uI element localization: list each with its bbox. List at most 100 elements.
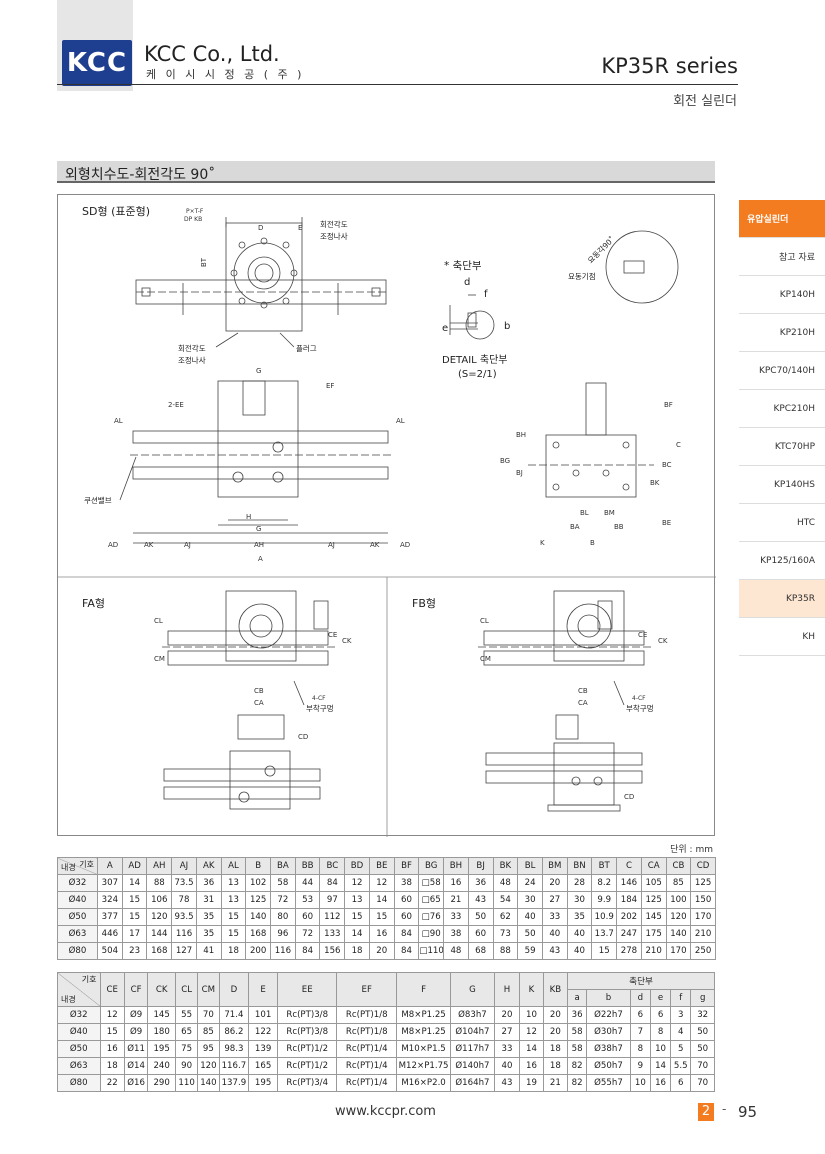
table-cell: Ø50h7: [586, 1057, 631, 1075]
table-cell: 120: [197, 1057, 220, 1075]
table-cell: 6: [649, 1006, 672, 1024]
table-cell: 70: [690, 1074, 715, 1092]
detail-label-1: DETAIL 축단부: [442, 354, 508, 366]
swing-ref-label: 요동기점: [568, 271, 596, 281]
table-cell: 140: [665, 925, 692, 943]
table-2-column-header: D: [218, 972, 250, 1007]
detail-label-2: (S=2/1): [458, 369, 497, 380]
table-cell: 18: [344, 942, 370, 960]
sidebar-item[interactable]: KH: [739, 618, 825, 656]
table-cell: 70: [690, 1057, 715, 1075]
table-cell: 144: [146, 925, 173, 943]
table-row: Ø50 377 15 120 93.5 35 15 140 80 60 112 15 15 60 □76 33…: [57, 908, 716, 926]
table-cell: 15: [368, 908, 395, 926]
sidebar-item[interactable]: 유압실린더: [739, 200, 825, 238]
table-cell: 13.7: [591, 925, 618, 943]
table-cell: 6: [629, 1006, 651, 1024]
table-cell: 139: [248, 1040, 278, 1058]
table-cell: 35: [195, 908, 222, 926]
sidebar-item[interactable]: KPC70/140H: [739, 352, 825, 390]
table-cell: 140: [197, 1074, 220, 1092]
table-cell: 73.5: [171, 874, 197, 892]
fa-dim-ce: CE: [328, 631, 337, 639]
table-cell: Ø38h7: [586, 1040, 631, 1058]
table-cell: M16×P2.0: [395, 1074, 452, 1092]
fb-label: FB형: [412, 597, 436, 610]
table-cell: 75: [174, 1040, 199, 1058]
table-cell: 120: [146, 908, 173, 926]
sidebar-item[interactable]: KP35R: [739, 580, 825, 618]
dim-b: B: [590, 539, 595, 547]
page-number: 95: [738, 1103, 758, 1121]
table-cell: Ø164h7: [450, 1074, 495, 1092]
table-2-column-header: CK: [147, 972, 176, 1007]
table-cell: 70: [197, 1006, 220, 1024]
fa-dim-ca: CA: [254, 699, 264, 707]
table-cell: 120: [665, 908, 692, 926]
series-subtitle: 회전 실린더: [673, 94, 737, 109]
footer-url[interactable]: www.kccpr.com: [335, 1104, 436, 1119]
table-1-corner: 기호 내경: [57, 857, 98, 875]
table-cell: 20: [542, 1023, 569, 1041]
table-cell: 48: [443, 942, 469, 960]
table-cell: 14: [649, 1057, 672, 1075]
fa-dim-4cf: 4-CF: [312, 695, 326, 702]
table-cell: 10: [519, 1006, 544, 1024]
table-cell: 110: [174, 1074, 199, 1092]
table-cell: 8.2: [591, 874, 618, 892]
table-cell: 21: [443, 891, 469, 909]
table-cell: 43: [467, 891, 494, 909]
table-cell: 33: [493, 1040, 521, 1058]
table-row: Ø40 15 Ø9 180 65 85 86.2 122 Rc(PT)3/8 Rc(PT)1/8 M…: [57, 1023, 715, 1041]
table-cell: 18: [220, 942, 247, 960]
table-cell: 60: [294, 908, 321, 926]
dim-bj: BJ: [516, 469, 523, 477]
sidebar-item[interactable]: HTC: [739, 504, 825, 542]
table-cell: 137.9: [218, 1074, 250, 1092]
dim-bb: BB: [614, 523, 624, 531]
sidebar-item[interactable]: KP140HS: [739, 466, 825, 504]
table-cell: Ø16: [123, 1074, 149, 1092]
table-cell: 324: [97, 891, 123, 909]
table-1-column-header: AD: [121, 857, 148, 875]
table-cell: 84: [393, 925, 420, 943]
table-1-column-header: BH: [443, 857, 469, 875]
swing-angle-view: [605, 230, 679, 304]
table-cell: □65: [418, 891, 445, 909]
table-1-column-header: BE: [368, 857, 395, 875]
table-cell: 15: [220, 925, 247, 943]
fb-dim-cd: CD: [624, 793, 634, 801]
table-cell: □90: [418, 925, 445, 943]
table-cell: 30: [517, 891, 543, 909]
sidebar-item[interactable]: 참고 자료: [739, 238, 825, 276]
table-cell: 210: [640, 942, 667, 960]
table-cell: 15: [220, 908, 247, 926]
sidebar-item[interactable]: KTC70HP: [739, 428, 825, 466]
fa-dim-ck: CK: [342, 637, 352, 645]
table-cell: M12×P1.75: [395, 1057, 452, 1075]
table-1-column-header: BT: [591, 857, 618, 875]
rot-adj-screw-top-1: 회전각도: [320, 219, 348, 229]
table-cell: 13: [220, 891, 247, 909]
shaft-column-header: e: [649, 989, 672, 1007]
dim-2ee: 2-EE: [168, 401, 184, 409]
dimension-drawing-svg: SD형 (표준형) D E BT P×T-F DP KB 회전각도 조정나사 회…: [58, 205, 716, 837]
sidebar-item[interactable]: KPC210H: [739, 390, 825, 428]
table-cell: 30: [566, 891, 593, 909]
table-cell: 200: [245, 942, 272, 960]
table-1-column-header: CB: [665, 857, 692, 875]
table-cell: 95: [197, 1040, 220, 1058]
sidebar-item[interactable]: KP210H: [739, 314, 825, 352]
table-cell: 43: [541, 942, 568, 960]
sidebar-item[interactable]: KP140H: [739, 276, 825, 314]
table-cell: Rc(PT)3/8: [276, 1006, 338, 1024]
dim-bl: BL: [580, 509, 589, 517]
table-cell: 195: [248, 1074, 278, 1092]
table-cell: Ø117h7: [450, 1040, 495, 1058]
table-cell: 59: [517, 942, 543, 960]
table-cell: 250: [690, 942, 716, 960]
table-cell: 4: [670, 1023, 692, 1041]
table-cell: 15: [121, 908, 148, 926]
table-row: Ø80 504 23 168 127 41 18 200 116 84 156 18 20 84 □110 4…: [57, 942, 716, 960]
sidebar-item[interactable]: KP125/160A: [739, 542, 825, 580]
